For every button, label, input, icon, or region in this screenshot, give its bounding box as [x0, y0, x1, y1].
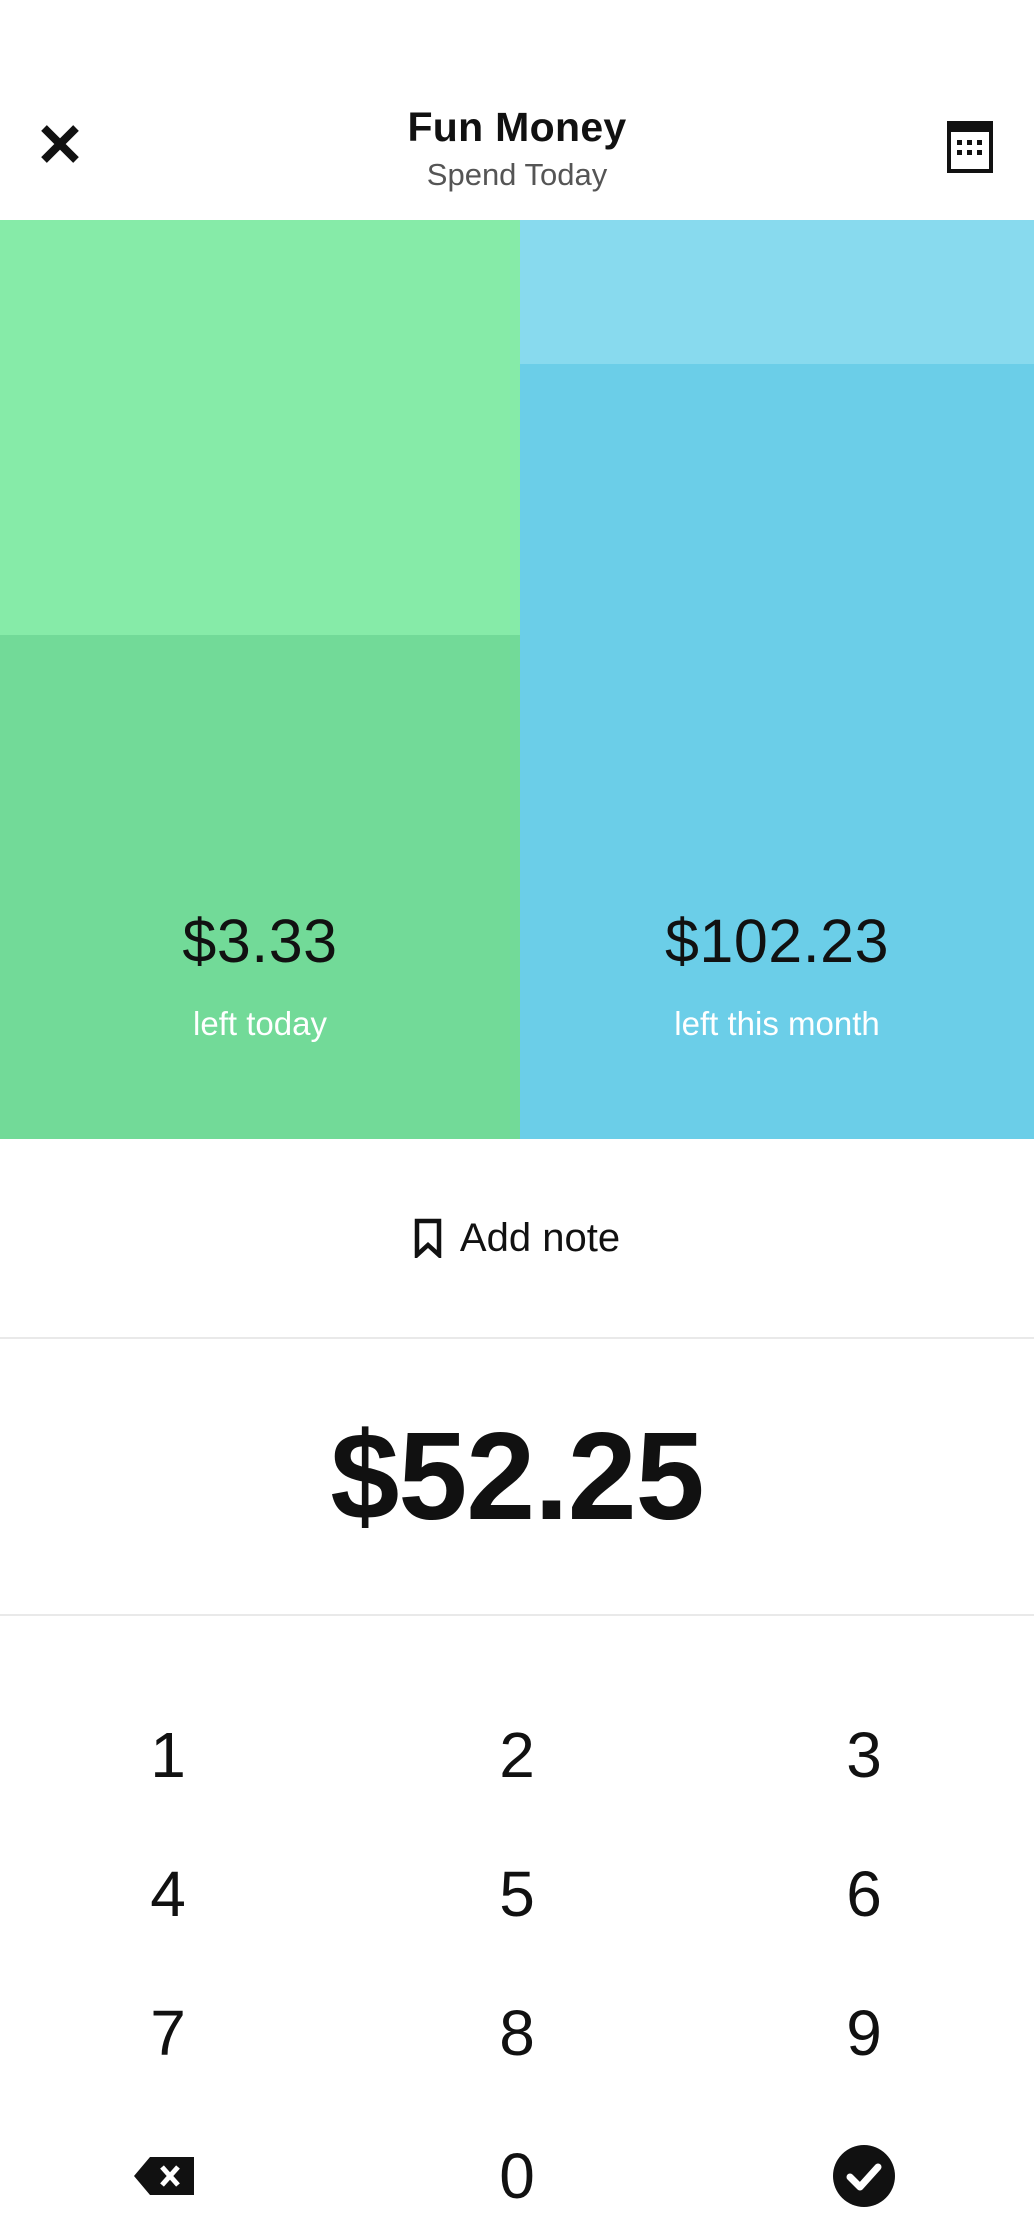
backspace-icon	[134, 2157, 194, 2195]
key-2[interactable]: 2	[417, 1695, 617, 1815]
bookmark-icon	[414, 1218, 442, 1258]
page-title: Fun Money	[407, 104, 627, 150]
amount-display: $52.25	[0, 1339, 1034, 1614]
backspace-key[interactable]	[64, 2116, 264, 2236]
key-5[interactable]: 5	[417, 1834, 617, 1954]
key-8[interactable]: 8	[417, 1973, 617, 2093]
header: Fun Money Spend Today	[0, 0, 1034, 220]
page-subtitle: Spend Today	[426, 157, 608, 192]
key-6[interactable]: 6	[764, 1834, 964, 1954]
today-amount: $3.33	[182, 907, 338, 975]
today-remaining-fill	[0, 635, 520, 1139]
month-panel: $102.23 left this month	[520, 220, 1034, 1139]
key-3[interactable]: 3	[764, 1695, 964, 1815]
budget-panels: $3.33 left today $102.23 left this month	[0, 220, 1034, 1139]
month-label: left this month	[674, 1005, 880, 1042]
confirm-key[interactable]	[764, 2116, 964, 2236]
check-circle-icon	[833, 2145, 895, 2207]
number-keypad: 1 2 3 4 5 6 7 8 9 0	[0, 1616, 1034, 2240]
key-9[interactable]: 9	[764, 1973, 964, 2093]
title-block: Fun Money Spend Today	[0, 102, 1034, 196]
add-note-label: Add note	[459, 1215, 621, 1260]
key-7[interactable]: 7	[68, 1973, 268, 2093]
add-note-button[interactable]: Add note	[0, 1139, 1034, 1337]
month-amount: $102.23	[665, 907, 889, 975]
today-panel: $3.33 left today	[0, 220, 520, 1139]
calendar-icon	[947, 121, 993, 173]
calendar-button[interactable]	[946, 118, 994, 174]
today-label: left today	[193, 1005, 327, 1042]
key-0[interactable]: 0	[417, 2116, 617, 2236]
key-1[interactable]: 1	[68, 1695, 268, 1815]
key-4[interactable]: 4	[68, 1834, 268, 1954]
entered-amount: $52.25	[330, 1407, 704, 1546]
